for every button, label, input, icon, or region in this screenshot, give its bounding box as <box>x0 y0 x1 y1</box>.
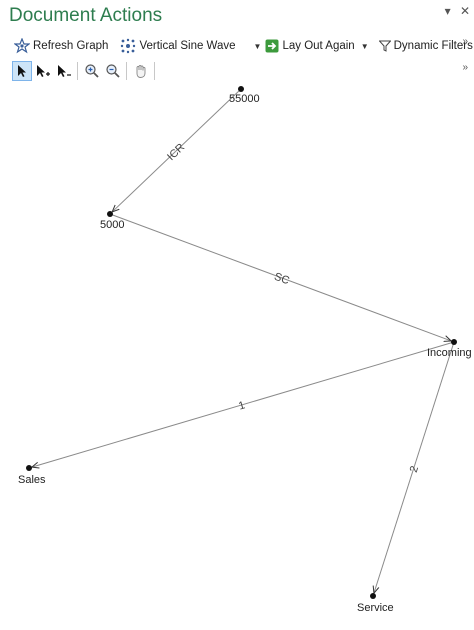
toolbar-overflow-icon[interactable]: » <box>462 36 468 47</box>
title-bar: Document Actions ▾ ✕ <box>0 0 474 32</box>
graph-edge-label: ICR <box>165 141 187 163</box>
graph-node[interactable] <box>107 211 113 217</box>
graph-node-label: 5000 <box>100 219 124 231</box>
close-icon[interactable]: ✕ <box>460 4 470 18</box>
main-toolbar: Refresh Graph Vertical Sine Wave ▼ Lay O… <box>0 34 474 58</box>
graph-node-label: Incoming <box>427 347 472 359</box>
lay-out-again-icon <box>265 39 279 53</box>
toolbar-separator <box>77 62 78 80</box>
zoom-in-tool[interactable] <box>82 61 102 81</box>
chevron-down-icon: ▼ <box>253 41 262 51</box>
graph-edge-label: SC <box>272 271 291 288</box>
pane-title: Document Actions <box>9 5 163 26</box>
pan-tool[interactable] <box>131 61 151 81</box>
refresh-graph-label: Refresh Graph <box>33 40 109 52</box>
dynamic-filters-label: Dynamic Filters <box>393 40 473 52</box>
layout-dropdown[interactable]: ▼ <box>251 35 263 57</box>
graph-node-label: Service <box>357 602 394 614</box>
remove-pointer-icon <box>58 65 71 77</box>
graph-edge-label: 1 <box>237 399 246 412</box>
pointer-icon <box>18 65 26 77</box>
refresh-graph-button[interactable]: Refresh Graph <box>11 35 111 57</box>
zoom-out-icon <box>106 64 120 78</box>
add-pointer-tool[interactable] <box>33 61 53 81</box>
filter-icon <box>378 40 391 52</box>
graph-node-label: 55000 <box>229 93 260 105</box>
dynamic-filters-button[interactable]: Dynamic Filters <box>376 35 474 57</box>
layout-label: Vertical Sine Wave <box>139 40 236 52</box>
lay-out-again-button[interactable]: Lay Out Again <box>262 35 357 57</box>
graph-node[interactable] <box>451 339 457 345</box>
toolbar-separator <box>126 62 127 80</box>
chevron-down-icon: ▼ <box>360 41 369 51</box>
graph-node[interactable] <box>370 593 376 599</box>
graph-canvas[interactable]: ICRSC12 550005000IncomingSalesService <box>0 84 474 630</box>
lay-out-again-label: Lay Out Again <box>282 40 355 52</box>
graph-node-label: Sales <box>18 474 46 486</box>
zoom-out-tool[interactable] <box>103 61 123 81</box>
toolbar-separator <box>154 62 155 80</box>
tools-toolbar: » <box>0 60 474 82</box>
lay-out-again-dropdown[interactable]: ▼ <box>358 35 370 57</box>
graph-node[interactable] <box>26 465 32 471</box>
layout-button[interactable]: Vertical Sine Wave <box>117 35 238 57</box>
pan-hand-icon <box>136 65 146 78</box>
refresh-graph-icon <box>14 38 30 54</box>
pointer-tool[interactable] <box>12 61 32 81</box>
add-pointer-icon <box>37 65 50 77</box>
zoom-in-icon <box>85 64 99 78</box>
graph-node[interactable] <box>238 86 244 92</box>
remove-pointer-tool[interactable] <box>54 61 74 81</box>
pane-options-icon[interactable]: ▾ <box>445 4 451 18</box>
toolbar-overflow-icon[interactable]: » <box>462 62 468 73</box>
layout-icon <box>121 38 136 54</box>
